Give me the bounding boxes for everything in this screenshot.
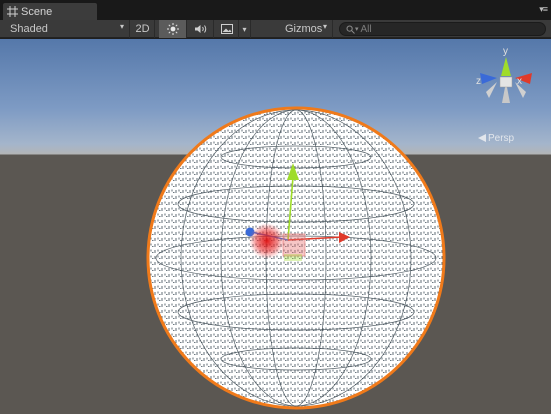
chevron-down-icon: ▾ [242, 24, 247, 34]
axis-z-label: z [476, 76, 481, 87]
speaker-icon [194, 25, 206, 33]
toggle-2d-button[interactable]: 2D [131, 20, 155, 38]
toggle-2d-label: 2D [135, 23, 150, 35]
shading-mode-label: Shaded [10, 23, 48, 35]
gizmos-dropdown[interactable]: Gizmos ▾ [281, 20, 333, 38]
scene-audio-button[interactable] [188, 20, 214, 38]
y-cone-icon[interactable] [501, 57, 511, 76]
chevron-down-icon: ▾ [322, 22, 327, 31]
search-icon [346, 25, 355, 34]
axis-y-label: y [503, 46, 508, 57]
hierarchy-search-input[interactable]: ▾ All [339, 22, 546, 36]
scene-toolbar: Shaded ▾ 2D ▾ Gizmos ▾ ▾ All [0, 20, 551, 38]
effects-menu-dropdown[interactable]: ▾ [239, 20, 251, 38]
gizmos-label: Gizmos [285, 23, 323, 35]
image-icon [220, 24, 233, 34]
scene-canvas: y z x Persp [146, 46, 532, 410]
search-placeholder: All [360, 23, 372, 35]
shading-mode-dropdown[interactable]: Shaded ▾ [0, 20, 130, 38]
chevron-down-icon: ▾ [119, 22, 124, 31]
view-mode-label[interactable]: Persp [488, 133, 515, 144]
scene-viewport[interactable]: y z x Persp [0, 39, 551, 414]
chevron-down-icon: ▾ [355, 26, 359, 33]
z-cone-icon[interactable] [480, 73, 497, 84]
window-menu-icon[interactable]: ▾≡ [539, 4, 548, 15]
orientation-gizmo[interactable]: y z x Persp [476, 46, 532, 144]
scene-lighting-button[interactable] [159, 20, 187, 38]
light-glow [249, 223, 285, 259]
neg-x-cone-icon[interactable] [486, 82, 497, 98]
tab-title: Scene [21, 5, 53, 18]
plane-handle[interactable] [282, 233, 306, 257]
gizmo-center-cube[interactable] [499, 76, 513, 88]
xz-plane-handle[interactable] [284, 254, 302, 261]
tab-scene[interactable]: Scene [2, 2, 98, 20]
scene-effects-button[interactable] [215, 20, 239, 38]
persp-arrow-icon [478, 134, 486, 142]
tab-bar: Scene ▾≡ [0, 0, 551, 20]
sun-icon [166, 23, 179, 35]
scene-grid-icon [7, 6, 18, 17]
